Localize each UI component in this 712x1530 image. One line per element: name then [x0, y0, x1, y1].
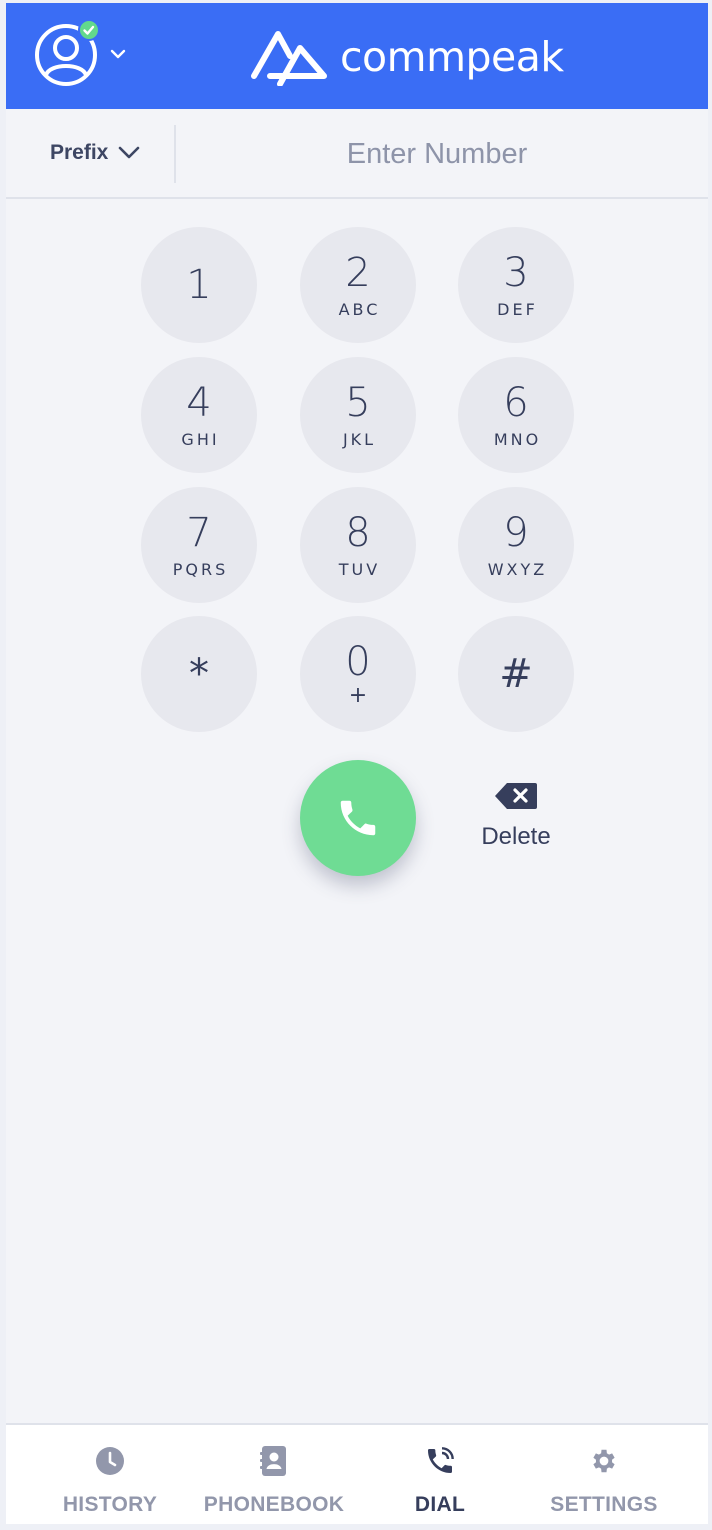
call-button[interactable]	[300, 760, 416, 876]
brand-logo: commpeak	[250, 27, 564, 87]
delete-label: Delete	[481, 823, 551, 850]
nav-settings[interactable]: SETTINGS	[536, 1425, 672, 1524]
key-star[interactable]: *	[141, 616, 257, 732]
key-5[interactable]: 5 JKL	[300, 357, 416, 473]
nav-settings-label: SETTINGS	[550, 1493, 658, 1516]
key-8[interactable]: 8 TUV	[300, 487, 416, 603]
key-2[interactable]: 2 ABC	[300, 227, 416, 343]
key-1[interactable]: 1	[141, 227, 257, 343]
key-9[interactable]: 9 WXYZ	[458, 487, 574, 603]
softphone-app: commpeak Prefix 1 2 ABC 3 DEF 4 GHI 5 JK…	[6, 3, 708, 1524]
online-status-icon	[78, 19, 100, 41]
divider	[174, 125, 176, 183]
phone-ringing-icon	[424, 1445, 456, 1477]
chevron-down-icon[interactable]	[110, 47, 126, 59]
key-7[interactable]: 7 PQRS	[141, 487, 257, 603]
key-3[interactable]: 3 DEF	[458, 227, 574, 343]
commpeak-logo-icon	[251, 31, 327, 86]
nav-history[interactable]: HISTORY	[48, 1425, 172, 1524]
bottom-nav: HISTORY PHONEBOOK DIAL SETTINGS	[6, 1423, 708, 1524]
key-4[interactable]: 4 GHI	[141, 357, 257, 473]
key-hash[interactable]: #	[458, 616, 574, 732]
prefix-label: Prefix	[50, 141, 109, 164]
clock-icon	[95, 1445, 125, 1477]
delete-button[interactable]: Delete	[468, 781, 564, 861]
gear-icon	[589, 1445, 619, 1477]
nav-history-label: HISTORY	[62, 1493, 158, 1516]
brand-name: commpeak	[340, 33, 564, 81]
number-input[interactable]	[178, 121, 696, 187]
nav-dial-label: DIAL	[414, 1493, 466, 1516]
key-0[interactable]: 0 +	[300, 616, 416, 732]
prefix-dropdown[interactable]: Prefix	[50, 109, 140, 197]
contact-book-icon	[260, 1445, 288, 1477]
header-bar: commpeak	[6, 3, 708, 109]
key-6[interactable]: 6 MNO	[458, 357, 574, 473]
nav-phonebook[interactable]: PHONEBOOK	[194, 1425, 354, 1524]
backspace-icon	[495, 783, 537, 809]
phone-icon	[340, 800, 376, 836]
number-entry-row: Prefix	[6, 109, 708, 199]
chevron-down-icon	[119, 146, 140, 159]
nav-dial[interactable]: DIAL	[386, 1425, 494, 1524]
nav-phonebook-label: PHONEBOOK	[203, 1493, 345, 1516]
